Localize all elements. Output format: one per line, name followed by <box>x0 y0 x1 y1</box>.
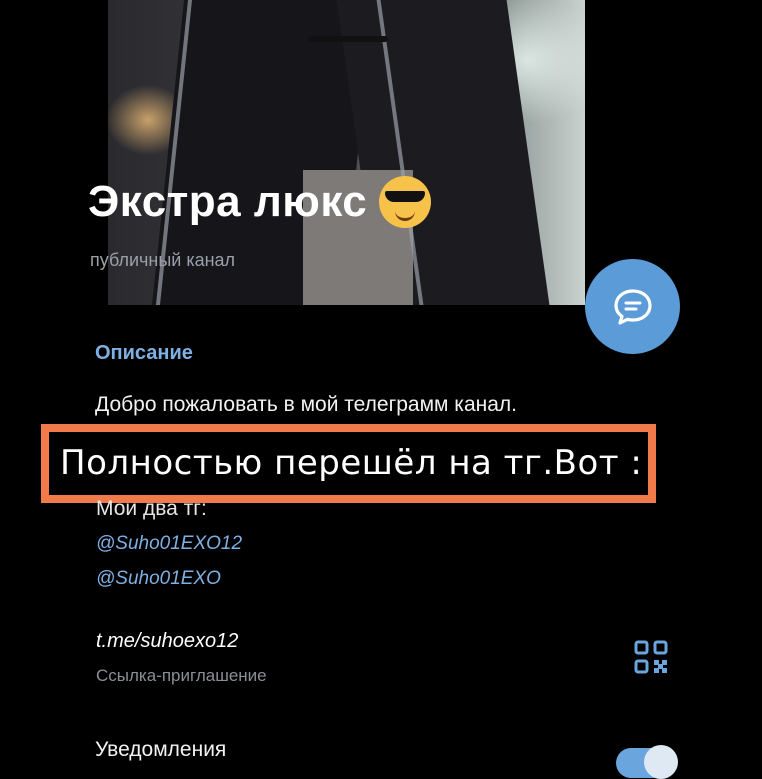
channel-type-label: публичный канал <box>90 250 236 270</box>
overlay-caption: Полностью перешёл на тг.Вот : <box>60 443 643 483</box>
description-more-text: Мои два тг: <box>96 497 207 520</box>
channel-title-text: Экстра люкс <box>88 177 368 226</box>
notifications-label: Уведомления <box>95 738 227 761</box>
invite-link[interactable]: t.me/suhoexo12 <box>96 630 238 653</box>
qr-code-icon[interactable] <box>634 640 668 674</box>
invite-link-label: Ссылка-приглашение <box>96 666 267 685</box>
notifications-toggle[interactable] <box>616 745 678 779</box>
mention-link[interactable]: @Suho01EXO <box>96 568 221 590</box>
description-text: Добро пожаловать в мой телеграмм канал. <box>95 393 517 416</box>
open-chat-button[interactable] <box>585 259 680 354</box>
chat-bubble-icon <box>613 288 652 325</box>
description-label: Описание <box>95 342 193 364</box>
mention-link[interactable]: @Suho01EXO12 <box>96 533 242 555</box>
channel-title: Экстра люкс <box>88 176 432 228</box>
sunglasses-face-emoji-icon <box>379 176 432 228</box>
